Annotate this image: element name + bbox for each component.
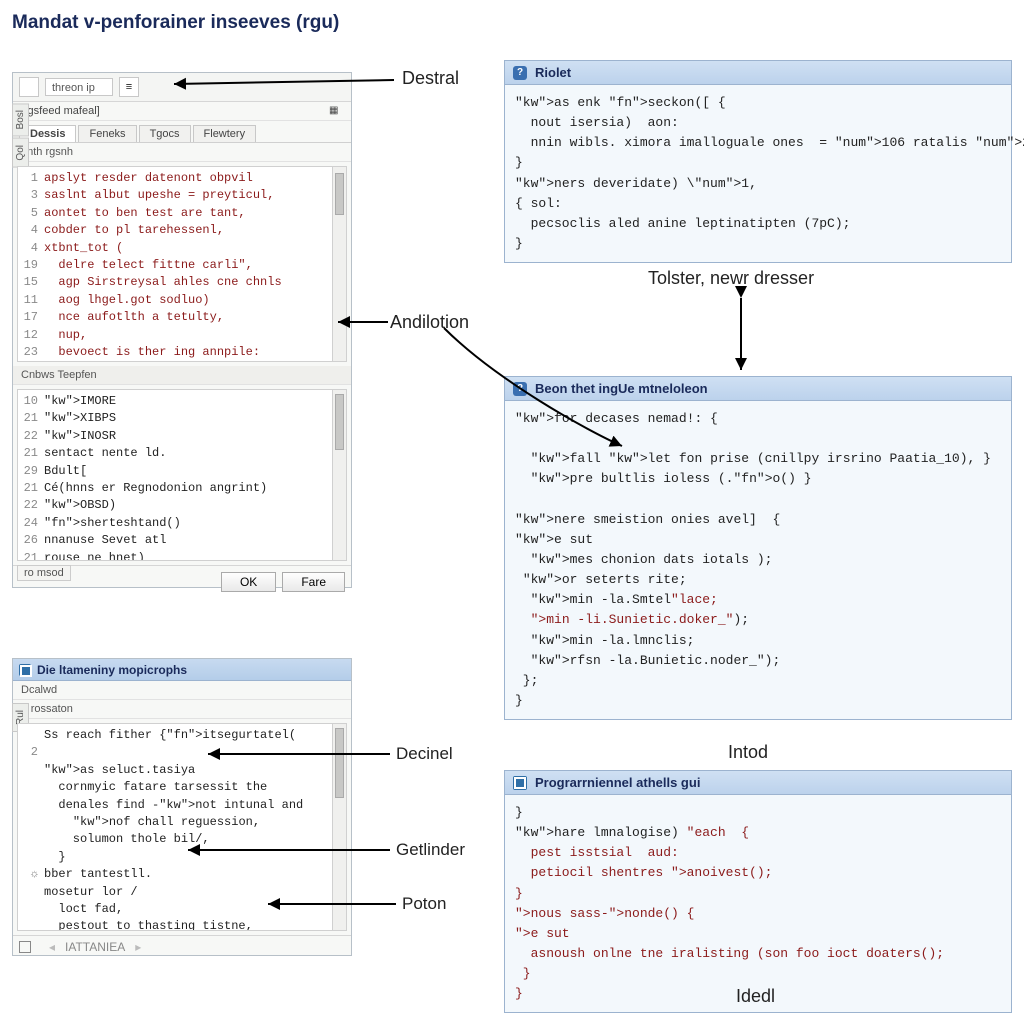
scrollbar[interactable] bbox=[332, 390, 346, 560]
toolbar: threon ip ≡ bbox=[13, 73, 351, 102]
window-icon bbox=[19, 664, 31, 676]
callout-decinel: Decinel bbox=[396, 744, 453, 764]
doc-panel-body: } "kw">hare lmnalogise) "each { pest iss… bbox=[505, 795, 1011, 1012]
pager-label: IATTANIEA bbox=[65, 940, 125, 954]
side-tab-2[interactable]: Qol bbox=[12, 138, 29, 168]
callout-destral: Destral bbox=[402, 68, 459, 89]
dialog-button-bar: ro msod OK Fare bbox=[13, 565, 351, 598]
side-tab-1[interactable]: Bosl bbox=[12, 103, 29, 136]
window-title: Die ltameniny mopicrophs bbox=[37, 663, 187, 677]
sub-tab-line: 6nth rgsnh bbox=[13, 143, 351, 162]
callout-idedl: Idedl bbox=[736, 986, 775, 1007]
help-icon bbox=[513, 382, 527, 396]
checkbox[interactable] bbox=[19, 941, 31, 953]
ok-button[interactable]: OK bbox=[221, 572, 276, 592]
splitter-label: Cnbws Teepfen bbox=[13, 366, 351, 385]
next-icon[interactable]: ▸ bbox=[135, 940, 141, 954]
list-icon-button[interactable]: ≡ bbox=[119, 77, 139, 97]
tab-tgocs[interactable]: Tgocs bbox=[139, 125, 191, 142]
blank-icon-button[interactable] bbox=[19, 77, 39, 97]
callout-poton: Poton bbox=[402, 894, 446, 914]
pager: ◂ IATTANIEA ▸ bbox=[49, 940, 141, 954]
arrow-tolster-double bbox=[726, 288, 756, 378]
code-editor-3[interactable]: Ss reach fither {"fn">itsegurtatel(2"kw"… bbox=[17, 723, 347, 931]
tab-flewtery[interactable]: Flewtery bbox=[193, 125, 257, 142]
scrollbar[interactable] bbox=[332, 724, 346, 930]
bottom-bar: ◂ IATTANIEA ▸ bbox=[13, 935, 351, 958]
toolbar-subline: Ogsfeed mafeal] ▦ bbox=[13, 102, 351, 121]
status-label: ro msod bbox=[17, 565, 71, 581]
doc-panel-title: Riolet bbox=[535, 65, 571, 80]
fare-button[interactable]: Fare bbox=[282, 572, 345, 592]
doc-panel-riolet: Riolet "kw">as enk "fn">seckon([ { nout … bbox=[504, 60, 1012, 263]
doc-panel-title: Prograrrniennel athells gui bbox=[535, 775, 700, 790]
small-icon-button[interactable]: ▦ bbox=[329, 105, 345, 121]
page-title: Mandat v-penforainer inseeves (rgu) bbox=[12, 12, 1012, 34]
tab-strip: Dessis Feneks Tgocs Flewtery bbox=[13, 121, 351, 143]
doc-panel-body: "kw">as enk "fn">seckon([ { nout isersia… bbox=[505, 85, 1011, 262]
doc-panel-beon: Beon thet ingUe mtneloleon "kw">for deca… bbox=[504, 376, 1012, 720]
doc-panel-title: Beon thet ingUe mtneloleon bbox=[535, 381, 708, 396]
doc-icon bbox=[513, 776, 527, 790]
callout-tolster: Tolster, newr dresser bbox=[648, 268, 814, 289]
editor-window-1: threon ip ≡ Ogsfeed mafeal] ▦ Bosl Qol D… bbox=[12, 72, 352, 588]
tab-feneks[interactable]: Feneks bbox=[78, 125, 136, 142]
callout-andilotion: Andilotion bbox=[390, 312, 469, 333]
toolbar-field[interactable]: threon ip bbox=[45, 78, 113, 96]
code-editor-top[interactable]: 1apslyt resder datenont obpvil3saslnt al… bbox=[17, 166, 347, 362]
doc-panel-body: "kw">for decases nemad!: { "kw">fall "kw… bbox=[505, 401, 1011, 719]
tab-line[interactable]: Dcalwd bbox=[13, 681, 351, 700]
scrollbar[interactable] bbox=[332, 167, 346, 361]
window-titlebar: Die ltameniny mopicrophs bbox=[13, 659, 351, 681]
sub-tab-line-2[interactable]: ■ rossaton bbox=[13, 700, 351, 719]
callout-getlinder: Getlinder bbox=[396, 840, 465, 860]
doc-panel-program: Prograrrniennel athells gui } "kw">hare … bbox=[504, 770, 1012, 1013]
help-icon bbox=[513, 66, 527, 80]
callout-intod: Intod bbox=[728, 742, 768, 763]
prev-icon[interactable]: ◂ bbox=[49, 940, 55, 954]
side-tab-strip: Bosl Qol bbox=[12, 103, 29, 170]
diagram-canvas: threon ip ≡ Ogsfeed mafeal] ▦ Bosl Qol D… bbox=[12, 50, 1012, 1010]
code-editor-bottom[interactable]: 10"kw">IMORE21"kw">XIBPS22"kw">INOSR21se… bbox=[17, 389, 347, 561]
editor-window-2: Die ltameniny mopicrophs Dcalwd ■ rossat… bbox=[12, 658, 352, 956]
